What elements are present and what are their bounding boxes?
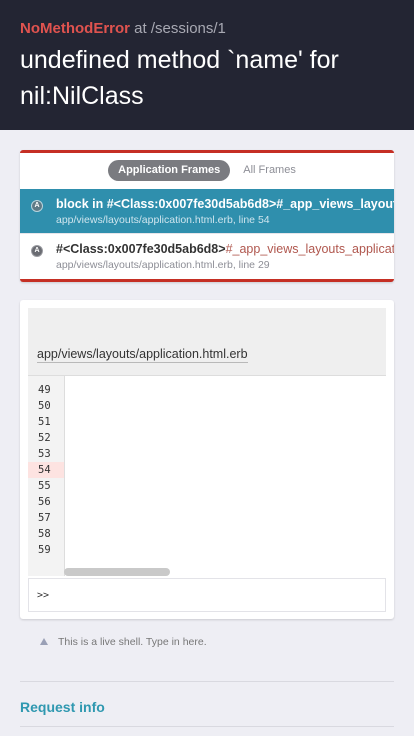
- tab-application-frames[interactable]: Application Frames: [108, 160, 231, 181]
- line-number: 51: [38, 416, 51, 428]
- error-message: undefined method `name' for nil:NilClass: [20, 46, 339, 110]
- console-hint-text: This is a live shell. Type in here.: [58, 636, 207, 648]
- line-number: 55: [38, 480, 51, 492]
- frame-name-class: #<Class:0x007fe30d5ab6d8>: [56, 242, 226, 256]
- line-number: 50: [38, 400, 51, 412]
- line-number: 59: [38, 544, 51, 556]
- frame-filter-tabs: Application Frames All Frames: [20, 160, 394, 184]
- frame-location: app/views/layouts/application.html.erb, …: [56, 259, 270, 271]
- section-divider: [20, 681, 394, 682]
- line-number: 57: [38, 512, 51, 524]
- frame-location: app/views/layouts/application.html.erb, …: [56, 214, 270, 226]
- section-divider: [20, 726, 394, 727]
- horizontal-scrollbar[interactable]: [64, 568, 170, 576]
- line-number: 56: [38, 496, 51, 508]
- line-number: 52: [38, 432, 51, 444]
- source-code-area[interactable]: 49 50 51 52 53 54 55 56 57 58 59: [28, 376, 386, 576]
- backtrace-frames-panel: Application Frames All Frames A block in…: [20, 150, 394, 282]
- code-pane[interactable]: [64, 376, 386, 576]
- error-title-line: NoMethodError at /sessions/1: [20, 20, 226, 37]
- app-frame-badge-icon: A: [31, 245, 43, 257]
- line-number: 53: [38, 448, 51, 460]
- request-info-heading[interactable]: Request info: [20, 699, 105, 715]
- frame-name: block in #<Class:0x007fe30d5ab6d8>#_app_…: [56, 197, 394, 211]
- frame-name-method: #_app_views_layouts_application_html_erb: [225, 242, 394, 256]
- frame-name: #<Class:0x007fe30d5ab6d8>#_app_views_lay…: [56, 242, 394, 256]
- console-hint: This is a live shell. Type in here.: [40, 636, 207, 648]
- line-number: 58: [38, 528, 51, 540]
- frame-item[interactable]: A #<Class:0x007fe30d5ab6d8>#_app_views_l…: [20, 234, 394, 278]
- triangle-up-icon: [40, 638, 48, 645]
- tab-all-frames[interactable]: All Frames: [233, 160, 306, 181]
- frame-item-selected[interactable]: A block in #<Class:0x007fe30d5ab6d8>#_ap…: [20, 189, 394, 233]
- console-input[interactable]: >>: [28, 578, 386, 612]
- line-number: 49: [38, 384, 51, 396]
- source-panel: app/views/layouts/application.html.erb 4…: [20, 300, 394, 619]
- console-prompt: >>: [37, 590, 50, 601]
- line-number: 54: [38, 464, 51, 476]
- app-frame-badge-icon: A: [31, 200, 43, 212]
- line-numbers: 49 50 51 52 53 54 55 56 57 58 59: [28, 376, 64, 576]
- source-header: app/views/layouts/application.html.erb: [28, 308, 386, 376]
- error-header: NoMethodError at /sessions/1 undefined m…: [0, 0, 414, 130]
- error-class: NoMethodError: [20, 20, 130, 37]
- source-file-name: app/views/layouts/application.html.erb: [37, 347, 248, 363]
- error-location: at /sessions/1: [134, 20, 226, 37]
